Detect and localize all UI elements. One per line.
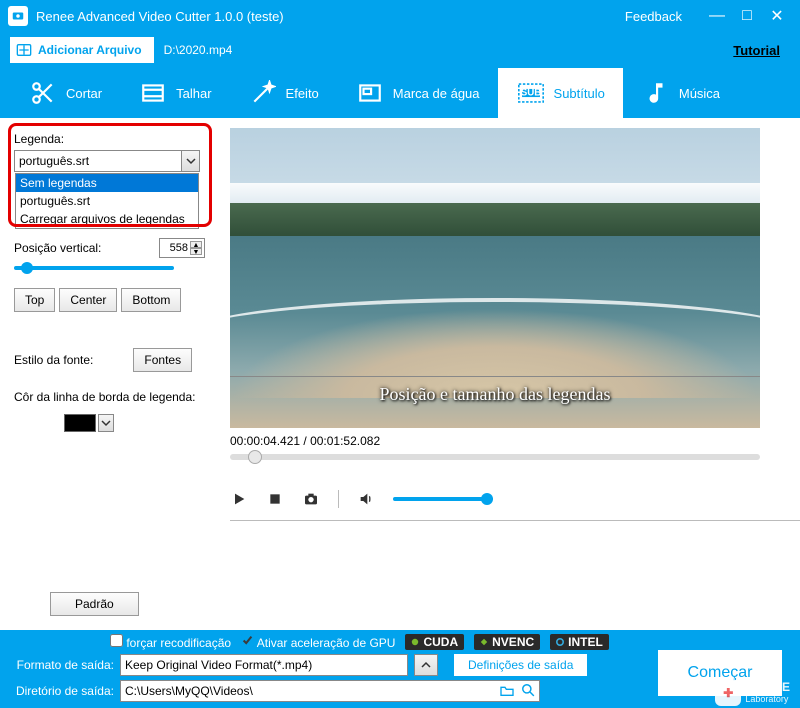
vpos-center-button[interactable]: Center bbox=[59, 288, 117, 312]
tabbar: Cortar Talhar Efeito Marca de água SUB S… bbox=[0, 68, 800, 118]
output-format-value[interactable]: Keep Original Video Format(*.mp4) bbox=[120, 654, 408, 676]
subtitle-file-label: Legenda: bbox=[14, 132, 205, 146]
timeline-slider[interactable] bbox=[230, 454, 760, 460]
start-button[interactable]: Começar bbox=[658, 650, 782, 696]
output-settings-button[interactable]: Definições de saída bbox=[454, 654, 587, 676]
vpos-top-button[interactable]: Top bbox=[14, 288, 55, 312]
chevron-down-icon[interactable] bbox=[181, 151, 199, 171]
vpos-spinner[interactable]: 558 ▲▼ bbox=[159, 238, 205, 258]
color-swatch bbox=[64, 414, 96, 432]
add-file-label: Adicionar Arquivo bbox=[38, 43, 142, 57]
output-format-dropdown-button[interactable] bbox=[414, 654, 438, 676]
subtitle-option-none[interactable]: Sem legendas bbox=[16, 174, 198, 192]
app-title: Renee Advanced Video Cutter 1.0.0 (teste… bbox=[36, 9, 284, 24]
tab-effect[interactable]: Efeito bbox=[230, 68, 337, 118]
spin-down-icon[interactable]: ▼ bbox=[190, 248, 202, 255]
subtitle-icon: SUB bbox=[516, 78, 546, 108]
maximize-button[interactable]: □ bbox=[732, 7, 762, 25]
timecode-display: 00:00:04.421 / 00:01:52.082 bbox=[230, 434, 780, 448]
scissors-icon bbox=[28, 78, 58, 108]
playhead-icon[interactable] bbox=[248, 450, 262, 464]
divider bbox=[338, 490, 339, 508]
loaded-file-path: D:\2020.mp4 bbox=[164, 43, 233, 57]
subtitle-file-combo[interactable]: português.srt Sem legendas português.srt… bbox=[14, 150, 200, 172]
subtitle-settings-panel: Legenda: português.srt Sem legendas port… bbox=[0, 118, 220, 630]
toolbar: Adicionar Arquivo D:\2020.mp4 Tutorial bbox=[0, 32, 800, 68]
output-dir-value: C:\Users\MyQQ\Videos\ bbox=[125, 684, 253, 698]
badge-nvenc: NVENC bbox=[474, 634, 540, 650]
tab-trim[interactable]: Talhar bbox=[120, 68, 229, 118]
folder-open-icon[interactable] bbox=[499, 683, 515, 700]
gpu-accel-checkbox[interactable]: Ativar aceleração de GPU bbox=[241, 634, 395, 650]
wand-icon bbox=[248, 78, 278, 108]
filmstrip-icon bbox=[138, 78, 168, 108]
vpos-bottom-button[interactable]: Bottom bbox=[121, 288, 181, 312]
playback-controls bbox=[230, 490, 780, 508]
output-format-label: Formato de saída: bbox=[10, 658, 114, 672]
subtitle-option-load[interactable]: Carregar arquivos de legendas bbox=[16, 210, 198, 228]
divider bbox=[230, 520, 800, 521]
spin-up-icon[interactable]: ▲ bbox=[190, 241, 202, 248]
subtitle-position-line bbox=[230, 376, 760, 377]
preview-panel: Posição e tamanho das legendas 00:00:04.… bbox=[220, 118, 800, 630]
force-reencode-checkbox[interactable]: forçar recodificação bbox=[110, 634, 231, 650]
close-button[interactable]: ✕ bbox=[762, 6, 792, 26]
add-file-icon bbox=[16, 42, 32, 58]
tab-music[interactable]: Música bbox=[623, 68, 738, 118]
tab-cut[interactable]: Cortar bbox=[10, 68, 120, 118]
app-logo-icon bbox=[8, 6, 28, 26]
output-dir-label: Diretório de saída: bbox=[10, 684, 114, 698]
tutorial-link[interactable]: Tutorial bbox=[733, 43, 780, 58]
titlebar: Renee Advanced Video Cutter 1.0.0 (teste… bbox=[0, 0, 800, 32]
subtitle-overlay-text: Posição e tamanho das legendas bbox=[230, 384, 760, 405]
tab-subtitle[interactable]: SUB Subtítulo bbox=[498, 68, 623, 118]
output-dir-field[interactable]: C:\Users\MyQQ\Videos\ bbox=[120, 680, 540, 702]
snapshot-button[interactable] bbox=[302, 490, 320, 508]
svg-text:SUB: SUB bbox=[520, 87, 541, 98]
border-color-label: Côr da linha de borda de legenda: bbox=[14, 390, 205, 404]
content-area: Legenda: português.srt Sem legendas port… bbox=[0, 118, 800, 630]
default-button[interactable]: Padrão bbox=[50, 592, 139, 616]
subtitle-file-dropdown: Sem legendas português.srt Carregar arqu… bbox=[15, 173, 199, 229]
vpos-slider[interactable] bbox=[14, 266, 174, 270]
font-style-label: Estilo da fonte: bbox=[14, 353, 93, 367]
bottom-bar: forçar recodificação Ativar aceleração d… bbox=[0, 630, 800, 708]
play-button[interactable] bbox=[230, 490, 248, 508]
feedback-link[interactable]: Feedback bbox=[625, 9, 682, 24]
minimize-button[interactable]: — bbox=[702, 7, 732, 25]
badge-cuda: CUDA bbox=[405, 634, 464, 650]
border-color-picker[interactable] bbox=[64, 414, 205, 432]
add-file-button[interactable]: Adicionar Arquivo bbox=[10, 37, 154, 63]
music-note-icon bbox=[641, 78, 671, 108]
stop-button[interactable] bbox=[266, 490, 284, 508]
vpos-value: 558 bbox=[162, 242, 188, 254]
subtitle-file-selected: português.srt bbox=[15, 154, 181, 168]
badge-intel: INTEL bbox=[550, 634, 609, 650]
chevron-down-icon[interactable] bbox=[98, 414, 114, 432]
search-icon[interactable] bbox=[521, 683, 535, 700]
video-preview[interactable]: Posição e tamanho das legendas bbox=[230, 128, 760, 428]
vpos-label: Posição vertical: bbox=[14, 241, 101, 255]
fonts-button[interactable]: Fontes bbox=[133, 348, 192, 372]
tab-watermark[interactable]: Marca de água bbox=[337, 68, 498, 118]
subtitle-option-file[interactable]: português.srt bbox=[16, 192, 198, 210]
watermark-icon bbox=[355, 78, 385, 108]
volume-icon[interactable] bbox=[357, 490, 375, 508]
volume-slider[interactable] bbox=[393, 497, 493, 501]
